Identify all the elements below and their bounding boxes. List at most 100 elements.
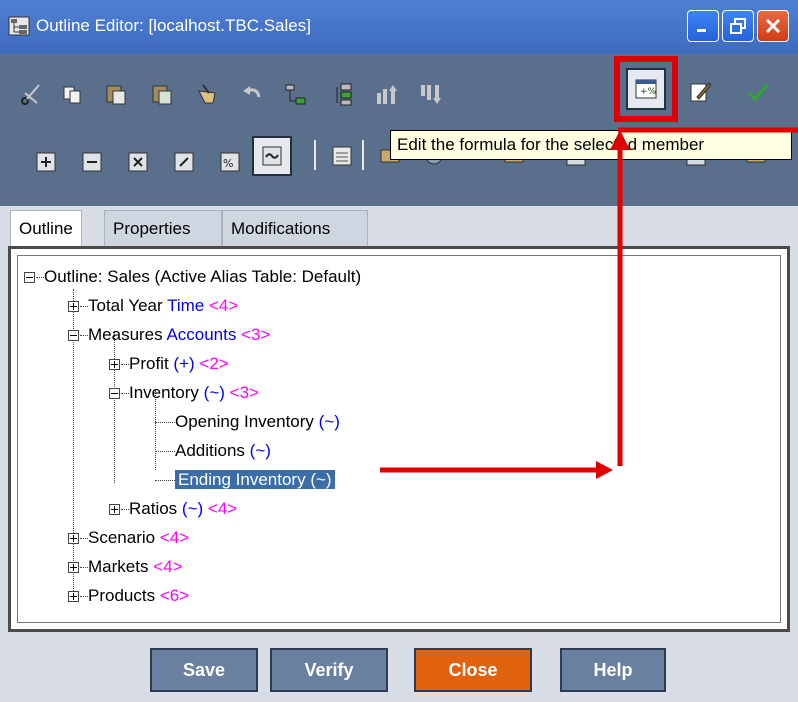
undo-button[interactable]	[236, 78, 268, 110]
paste-special-icon	[152, 85, 172, 105]
verify-button-icon-button[interactable]	[742, 76, 774, 108]
expand-toggle-icon[interactable]	[68, 591, 79, 603]
add-sibling-icon	[336, 83, 352, 106]
tooltip: Edit the formula for the selected member	[390, 130, 792, 160]
add-sibling-button[interactable]	[326, 78, 358, 110]
close-window-button[interactable]	[757, 10, 789, 42]
consolidate-divide-button[interactable]	[168, 146, 200, 178]
tree-node-opening-inventory[interactable]: Opening Inventory (~)	[155, 411, 340, 433]
tree-node-markets[interactable]: Markets <4>	[68, 556, 183, 578]
consolidate-subtract-button[interactable]	[76, 146, 108, 178]
consolidate-add-button[interactable]	[30, 146, 62, 178]
consolidate-multiply-button[interactable]	[122, 146, 154, 178]
cut-icon	[21, 84, 40, 105]
dimension-type: Accounts	[166, 325, 237, 344]
minimize-button[interactable]	[687, 10, 719, 42]
annotation-highlight-box	[614, 56, 678, 122]
tree-node-additions[interactable]: Additions (~)	[155, 440, 271, 462]
node-label: Products	[88, 586, 156, 605]
node-label: Ratios	[129, 499, 178, 518]
consolidate-percent-button[interactable]: %	[214, 146, 246, 178]
consolidate-multiply-icon	[128, 152, 148, 172]
move-up-button[interactable]	[370, 78, 402, 110]
tab-outline[interactable]: Outline	[10, 210, 82, 246]
restore-icon	[730, 18, 746, 34]
consolidation-operator: (~)	[249, 441, 271, 460]
minimize-icon	[697, 29, 706, 32]
clear-icon	[198, 84, 216, 104]
undo-icon	[243, 86, 261, 98]
expand-toggle-icon[interactable]	[68, 533, 79, 545]
node-label: Additions	[175, 441, 245, 460]
clear-button[interactable]	[190, 78, 222, 110]
copy-icon	[63, 86, 81, 104]
tree-node-scenario[interactable]: Scenario <4>	[68, 527, 189, 549]
edit-properties-icon	[690, 82, 712, 102]
copy-button[interactable]	[56, 78, 88, 110]
expand-toggle-icon[interactable]	[109, 359, 120, 371]
consolidate-ignore-icon	[262, 146, 282, 166]
tree-node-measures[interactable]: Measures Accounts <3>	[68, 324, 270, 346]
save-button[interactable]: Save	[150, 648, 258, 692]
dimension-type: Time	[167, 296, 205, 315]
collapse-toggle-icon[interactable]	[109, 388, 120, 400]
node-label: Profit	[129, 354, 169, 373]
paste-special-button[interactable]	[146, 78, 178, 110]
node-label: Markets	[88, 557, 149, 576]
move-down-icon	[421, 85, 441, 104]
restore-button[interactable]	[722, 10, 754, 42]
consolidate-add-icon	[36, 152, 56, 172]
member-count: <6>	[159, 586, 190, 605]
close-icon	[765, 18, 781, 34]
outline-tree-panel: Outline: Sales (Active Alias Table: Defa…	[8, 246, 790, 632]
toolbar-icon-a	[332, 146, 352, 166]
root-label: Outline: Sales (Active Alias Table: Defa…	[44, 267, 362, 286]
consolidate-divide-icon	[174, 152, 194, 172]
member-count: <4>	[153, 557, 183, 576]
title-bar[interactable]: Outline Editor: [localhost.TBC.Sales]	[0, 0, 798, 54]
svg-text:%: %	[223, 157, 233, 170]
tab-modifications[interactable]: Modifications	[222, 210, 368, 246]
member-count: <4>	[159, 528, 190, 547]
tree-node-ratios[interactable]: Ratios (~) <4>	[109, 498, 237, 520]
toolbar-separator	[362, 140, 364, 170]
tree-node-profit[interactable]: Profit (+) <2>	[109, 353, 229, 375]
close-button[interactable]: Close	[414, 648, 532, 692]
help-button[interactable]: Help	[560, 648, 666, 692]
collapse-toggle-icon[interactable]	[68, 330, 79, 342]
verify-button[interactable]: Verify	[270, 648, 388, 692]
consolidate-percent-icon: %	[220, 152, 240, 172]
expand-toggle-icon[interactable]	[109, 504, 120, 516]
consolidation-operator: (~)	[181, 499, 204, 518]
tree-node-inventory[interactable]: Inventory (~) <3>	[109, 382, 259, 404]
toolbar-button-a[interactable]	[326, 140, 358, 172]
expand-toggle-icon[interactable]	[68, 301, 79, 313]
edit-properties-button[interactable]	[684, 76, 716, 108]
add-child-button[interactable]	[280, 78, 312, 110]
consolidation-operator: (~)	[203, 383, 225, 402]
collapse-toggle-icon[interactable]	[24, 272, 35, 284]
outline-editor-app-icon	[8, 16, 30, 36]
expand-toggle-icon[interactable]	[68, 562, 79, 574]
add-child-icon	[285, 84, 306, 105]
tree-node-products[interactable]: Products <6>	[68, 585, 189, 607]
selected-member: Ending Inventory (~)	[175, 470, 335, 489]
member-count: <2>	[199, 354, 229, 373]
tree-node-root[interactable]: Outline: Sales (Active Alias Table: Defa…	[24, 266, 361, 288]
paste-button[interactable]	[100, 78, 132, 110]
node-label: Measures	[88, 325, 163, 344]
member-count: <4>	[207, 499, 238, 518]
member-count: <3>	[241, 325, 271, 344]
cut-button[interactable]	[16, 78, 48, 110]
member-count: <4>	[209, 296, 239, 315]
consolidate-ignore-button[interactable]	[252, 136, 292, 176]
tab-strip: Outline Properties Modifications	[0, 206, 798, 246]
tab-properties[interactable]: Properties	[104, 210, 222, 246]
move-down-button[interactable]	[414, 78, 446, 110]
consolidation-operator: (~)	[310, 470, 332, 489]
tree-node-ending-inventory[interactable]: Ending Inventory (~)	[155, 469, 335, 491]
move-up-icon	[377, 85, 397, 104]
tree-node-total-year[interactable]: Total Year Time <4>	[68, 295, 238, 317]
verify-check-icon	[747, 84, 769, 102]
consolidate-subtract-icon	[82, 152, 102, 172]
